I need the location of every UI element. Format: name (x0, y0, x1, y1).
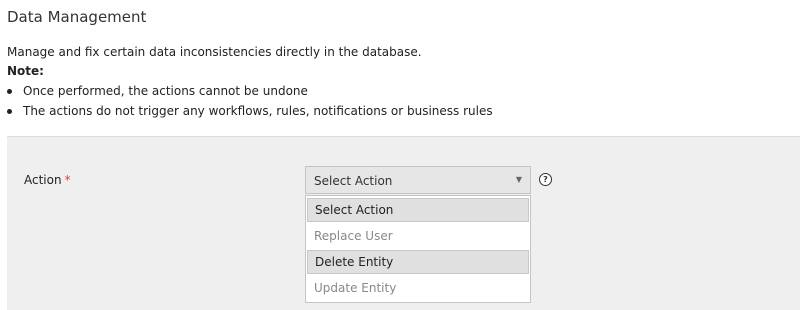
note-text: The actions do not trigger any workflows… (23, 104, 493, 118)
action-dropdown-list: Select Action Replace User Delete Entity… (305, 195, 531, 303)
action-field-label: Action * (24, 173, 71, 187)
bullet-icon (7, 89, 12, 94)
note-text: Once performed, the actions cannot be un… (23, 84, 308, 98)
note-label: Note: (7, 64, 44, 78)
action-form-panel: Action * Select Action ▼ ? Select Action … (7, 136, 800, 310)
question-circle-icon[interactable]: ? (539, 173, 552, 186)
data-management-page: Data Management Manage and fix certain d… (0, 0, 800, 310)
action-select[interactable]: Select Action ▼ (305, 166, 531, 194)
option-delete-entity[interactable]: Delete Entity (307, 250, 529, 274)
bullet-icon (7, 109, 12, 114)
note-item: Once performed, the actions cannot be un… (7, 84, 493, 104)
required-marker: * (64, 173, 71, 187)
note-item: The actions do not trigger any workflows… (7, 104, 493, 124)
option-select-action[interactable]: Select Action (307, 198, 529, 222)
page-description: Manage and fix certain data inconsistenc… (7, 45, 422, 59)
option-replace-user[interactable]: Replace User (307, 224, 529, 248)
action-label-text: Action (24, 173, 62, 187)
chevron-down-icon: ▼ (515, 175, 522, 184)
page-title: Data Management (7, 8, 147, 26)
action-select-value: Select Action (314, 174, 393, 188)
option-update-entity[interactable]: Update Entity (307, 276, 529, 300)
note-list: Once performed, the actions cannot be un… (7, 84, 493, 124)
